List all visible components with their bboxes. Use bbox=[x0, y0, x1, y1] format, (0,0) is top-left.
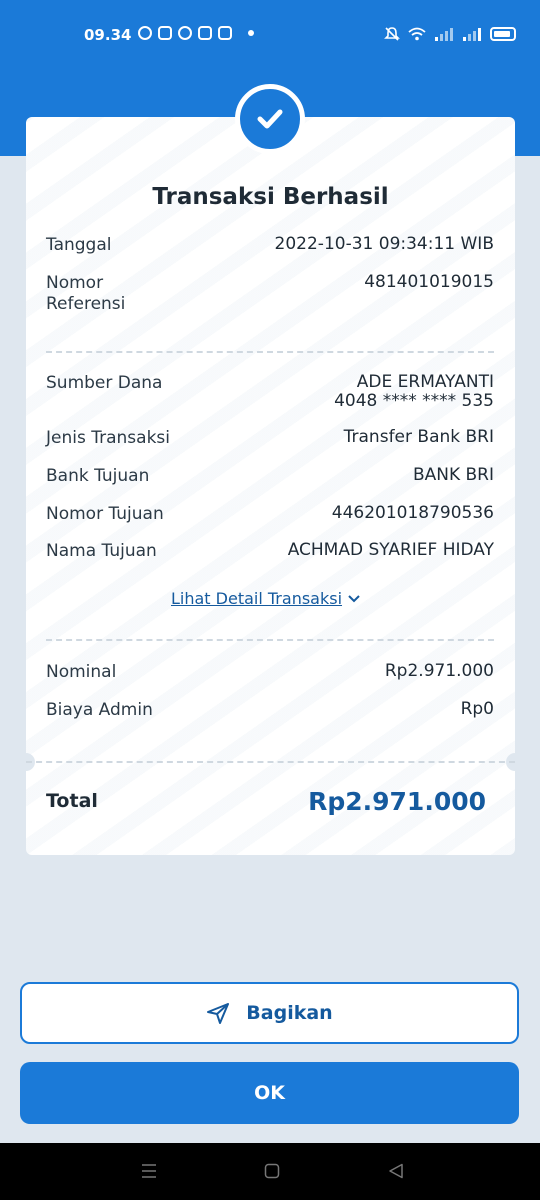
wifi-icon bbox=[408, 27, 426, 41]
heart-app-icon bbox=[158, 26, 172, 40]
destination-bank-value: BANK BRI bbox=[412, 465, 494, 485]
source-name: ADE ERMAYANTI bbox=[356, 372, 494, 392]
nominal-value: Rp2.971.000 bbox=[384, 661, 494, 681]
divider-2 bbox=[46, 639, 494, 641]
reference-label: Nomor Referensi bbox=[46, 273, 126, 314]
back-icon[interactable] bbox=[388, 1163, 404, 1179]
notification-icons bbox=[138, 26, 254, 40]
destination-bank-label: Bank Tujuan bbox=[46, 466, 150, 486]
destination-number-label: Nomor Tujuan bbox=[46, 504, 164, 524]
destination-name-label: Nama Tujuan bbox=[46, 541, 157, 561]
share-button[interactable]: Bagikan bbox=[20, 982, 519, 1044]
destination-number-value: 446201018790536 bbox=[331, 503, 494, 523]
admin-fee-value: Rp0 bbox=[460, 699, 494, 719]
ok-button[interactable]: OK bbox=[20, 1062, 519, 1124]
source-value: ADE ERMAYANTI 4048 **** **** 535 bbox=[334, 373, 494, 411]
whatsapp-icon bbox=[138, 26, 152, 40]
success-check-icon bbox=[235, 84, 305, 154]
send-icon bbox=[207, 1003, 230, 1024]
ok-button-label: OK bbox=[254, 1082, 285, 1104]
date-value: 2022-10-31 09:34:11 WIB bbox=[274, 234, 494, 254]
signal-2-icon bbox=[463, 28, 481, 41]
status-bar: 09.34 bbox=[0, 20, 540, 52]
admin-fee-label: Biaya Admin bbox=[46, 700, 153, 720]
detail-transaction-link[interactable]: Lihat Detail Transaksi bbox=[171, 589, 360, 608]
reference-value: 481401019015 bbox=[364, 272, 494, 292]
source-label: Sumber Dana bbox=[46, 373, 163, 393]
total-value: Rp2.971.000 bbox=[308, 787, 486, 816]
transaction-type-label: Jenis Transaksi bbox=[46, 428, 170, 448]
recent-apps-icon[interactable] bbox=[141, 1163, 157, 1179]
transaction-type-value: Transfer Bank BRI bbox=[343, 427, 494, 447]
divider-1 bbox=[46, 351, 494, 353]
share-button-label: Bagikan bbox=[246, 1002, 333, 1024]
navigation-bar bbox=[0, 1143, 540, 1200]
shopping-bag-icon bbox=[218, 26, 232, 40]
status-time: 09.34 bbox=[84, 26, 132, 44]
divider-total bbox=[26, 761, 515, 763]
mute-icon bbox=[384, 27, 400, 41]
facebook-icon bbox=[178, 26, 192, 40]
destination-name-value: ACHMAD SYARIEF HIDAY bbox=[287, 540, 494, 560]
nominal-label: Nominal bbox=[46, 662, 117, 682]
receipt-title: Transaksi Berhasil bbox=[152, 184, 389, 210]
system-icons bbox=[384, 26, 516, 42]
battery-icon bbox=[490, 27, 516, 41]
chevron-down-icon bbox=[348, 594, 360, 602]
detail-link-label: Lihat Detail Transaksi bbox=[171, 589, 343, 608]
signal-icon bbox=[435, 28, 453, 41]
date-label: Tanggal bbox=[46, 235, 112, 255]
home-icon[interactable] bbox=[264, 1163, 280, 1179]
app-notification-icon bbox=[198, 26, 212, 40]
more-notifications-dot-icon bbox=[248, 30, 254, 36]
total-label: Total bbox=[46, 790, 98, 812]
source-account: 4048 **** **** 535 bbox=[334, 391, 494, 411]
